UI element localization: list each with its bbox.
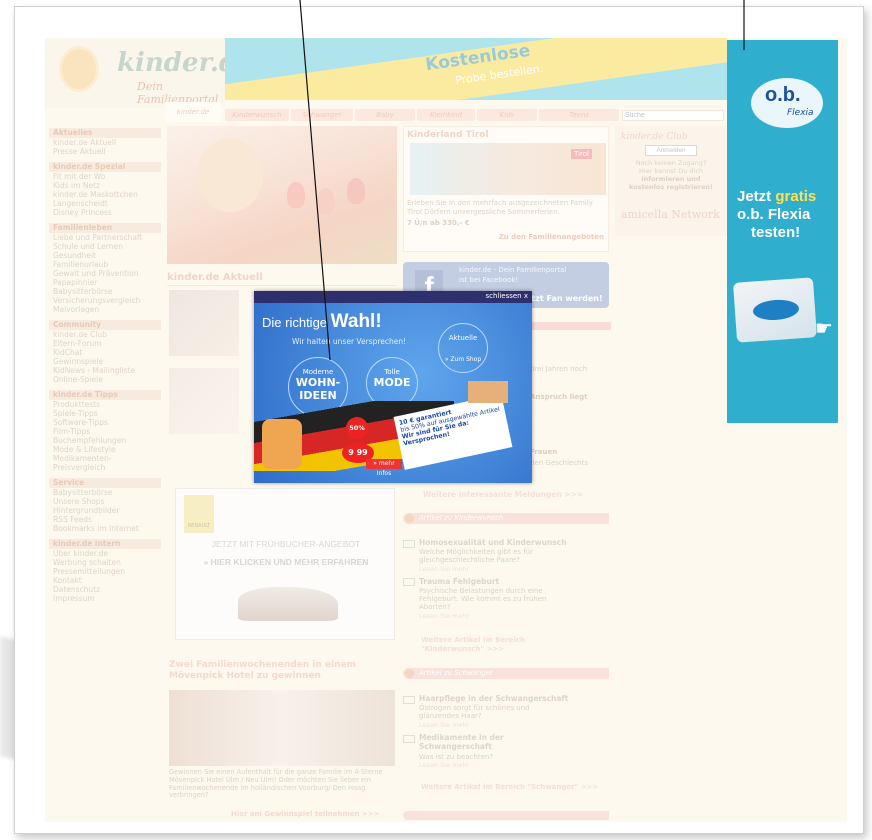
callout-line-popup (299, 0, 331, 361)
callout-lines (299, 0, 745, 361)
screenshot-stage: kinder.de Dein Familienportal Kostenlose… (0, 0, 872, 840)
